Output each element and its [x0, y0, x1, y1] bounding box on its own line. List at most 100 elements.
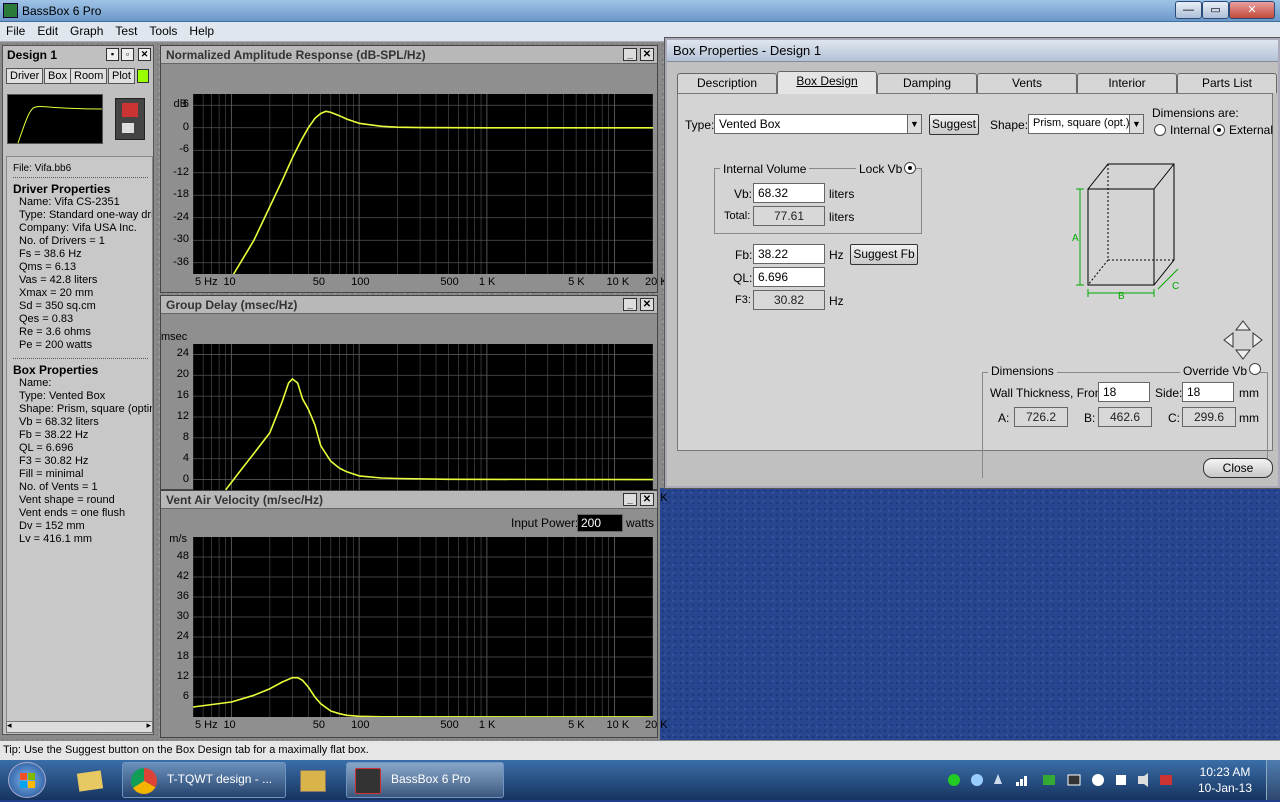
ql-label: QL: [733, 271, 753, 285]
tab-description[interactable]: Description [677, 73, 777, 93]
menu-edit[interactable]: Edit [31, 22, 64, 38]
dialog-title: Box Properties - Design 1 [667, 40, 1278, 62]
start-button[interactable] [8, 762, 46, 798]
taskbar-item-browser-label: T-TQWT design - ... [167, 772, 273, 786]
chevron-down-icon[interactable]: ▼ [1129, 115, 1143, 133]
box-property-line: Type: Vented Box [19, 390, 106, 402]
scroll-right-icon[interactable]: ▸ [146, 720, 151, 731]
y-tick-label: 24 [176, 347, 189, 360]
chevron-down-icon[interactable]: ▼ [907, 115, 921, 133]
taskbar-item-bassbox-label: BassBox 6 Pro [391, 772, 471, 786]
fb-field[interactable]: 38.22 [753, 244, 825, 264]
tab-parts-list[interactable]: Parts List [1177, 73, 1277, 93]
response-curve [224, 378, 653, 490]
menu-test[interactable]: Test [109, 22, 143, 38]
app-icon [3, 3, 18, 18]
scroll-left-icon[interactable]: ◂ [7, 720, 12, 731]
close-graph-button[interactable]: ✕ [640, 493, 654, 506]
taskbar-item-browser[interactable]: T-TQWT design - ... [122, 762, 286, 798]
minimize-button[interactable]: — [1175, 1, 1202, 19]
dimension-a-label: A [1072, 233, 1079, 244]
tab-room[interactable]: Room [70, 68, 108, 84]
maximize-button[interactable]: ▭ [1202, 1, 1229, 19]
plot-color-swatch[interactable] [137, 69, 149, 83]
tab-plot[interactable]: Plot [108, 68, 135, 84]
wall-front-field[interactable]: 18 [1098, 382, 1150, 402]
type-select[interactable]: Vented Box ▼ [714, 114, 922, 134]
box-property-line: Shape: Prism, square (optimum) [19, 403, 152, 415]
menu-file[interactable]: File [0, 22, 31, 38]
save-icon[interactable]: ▪ [106, 48, 119, 61]
tab-box[interactable]: Box [44, 68, 71, 84]
menu-tools[interactable]: Tools [143, 22, 183, 38]
y-tick-label: 6 [182, 690, 189, 702]
internal-radio[interactable] [1154, 124, 1166, 136]
menu-help[interactable]: Help [183, 22, 220, 38]
y-tick-label: 18 [176, 650, 189, 662]
dimension-c-value: 299.6 [1182, 407, 1236, 427]
menu-graph[interactable]: Graph [64, 22, 109, 38]
wall-unit: mm [1239, 386, 1259, 400]
driver-property-line: Re = 3.6 ohms [19, 326, 91, 338]
y-tick-label: -18 [173, 188, 189, 201]
x-tick-label: 10 [223, 276, 236, 288]
rotate-view-control[interactable] [1222, 319, 1264, 361]
box-property-line: Lv = 416.1 mm [19, 533, 93, 545]
folders-icon[interactable] [70, 764, 108, 796]
group-delay-unit: msec [161, 331, 188, 343]
external-radio[interactable] [1213, 124, 1225, 136]
shape-select[interactable]: Prism, square (opt.) ▼ [1028, 114, 1144, 134]
driver-property-line: Company: Vifa USA Inc. [19, 222, 137, 234]
tab-damping[interactable]: Damping [877, 73, 977, 93]
box-property-line: Fill = minimal [19, 468, 84, 480]
total-volume-value: 77.61 [753, 206, 825, 226]
minimize-graph-button[interactable]: _ [623, 48, 637, 61]
input-power-field[interactable]: 200 [577, 514, 623, 532]
total-unit: liters [829, 210, 855, 224]
taskbar-item-bassbox[interactable]: BassBox 6 Pro [346, 762, 504, 798]
y-tick-label: 12 [176, 410, 189, 422]
show-desktop-button[interactable] [1266, 760, 1280, 800]
horizontal-scrollbar[interactable]: ◂ ▸ [6, 720, 153, 733]
minimize-graph-button[interactable]: _ [623, 493, 637, 506]
ql-field[interactable]: 6.696 [753, 267, 825, 287]
suggest-fb-button[interactable]: Suggest Fb [850, 244, 918, 265]
y-tick-label: -6 [179, 143, 189, 156]
status-bar: Tip: Use the Suggest button on the Box D… [0, 740, 1280, 760]
close-graph-button[interactable]: ✕ [640, 298, 654, 311]
wall-side-field[interactable]: 18 [1182, 382, 1234, 402]
vb-field[interactable]: 68.32 [753, 183, 825, 203]
y-tick-label: -24 [173, 210, 189, 223]
close-button[interactable]: Close [1203, 458, 1273, 478]
copy-icon[interactable]: ▫ [121, 48, 134, 61]
driver-property-line: Qms = 6.13 [19, 261, 77, 273]
driver-property-line: Pe = 200 watts [19, 339, 93, 351]
tab-driver[interactable]: Driver [6, 68, 44, 84]
explorer-icon[interactable] [292, 764, 332, 796]
vent-velocity-graph-title: Vent Air Velocity (m/sec/Hz) [166, 493, 323, 507]
tab-vents[interactable]: Vents [977, 73, 1077, 93]
suggest-button[interactable]: Suggest [929, 114, 979, 135]
clock[interactable]: 10:23 AM 10-Jan-13 [1192, 764, 1258, 796]
app-title-bar: BassBox 6 Pro — ▭ ✕ [0, 0, 1280, 22]
y-tick-label: -30 [173, 233, 189, 246]
close-window-button[interactable]: ✕ [1229, 1, 1275, 19]
close-graph-button[interactable]: ✕ [640, 48, 654, 61]
lock-vb-radio[interactable] [904, 162, 916, 174]
vb-unit: liters [829, 187, 855, 201]
dimension-c-label: C [1172, 281, 1179, 292]
x-tick-label: 1 K [478, 276, 496, 288]
f3-unit: Hz [829, 294, 844, 308]
tab-interior[interactable]: Interior [1077, 73, 1177, 93]
driver-property-line: Sd = 350 sq.cm [19, 300, 96, 312]
driver-properties-heading: Driver Properties [13, 182, 111, 196]
fb-unit: Hz [829, 248, 844, 262]
dimension-b-value: 462.6 [1098, 407, 1152, 427]
override-vb-radio[interactable] [1249, 363, 1261, 375]
internal-volume-label: Internal Volume [720, 162, 810, 176]
minimize-graph-button[interactable]: _ [623, 298, 637, 311]
close-design-button[interactable]: ✕ [138, 48, 151, 61]
properties-text: File: Vifa.bb6 Driver Properties Name: V… [6, 156, 153, 724]
tab-box-design[interactable]: Box Design [777, 71, 877, 94]
internal-label: Internal [1170, 123, 1211, 137]
